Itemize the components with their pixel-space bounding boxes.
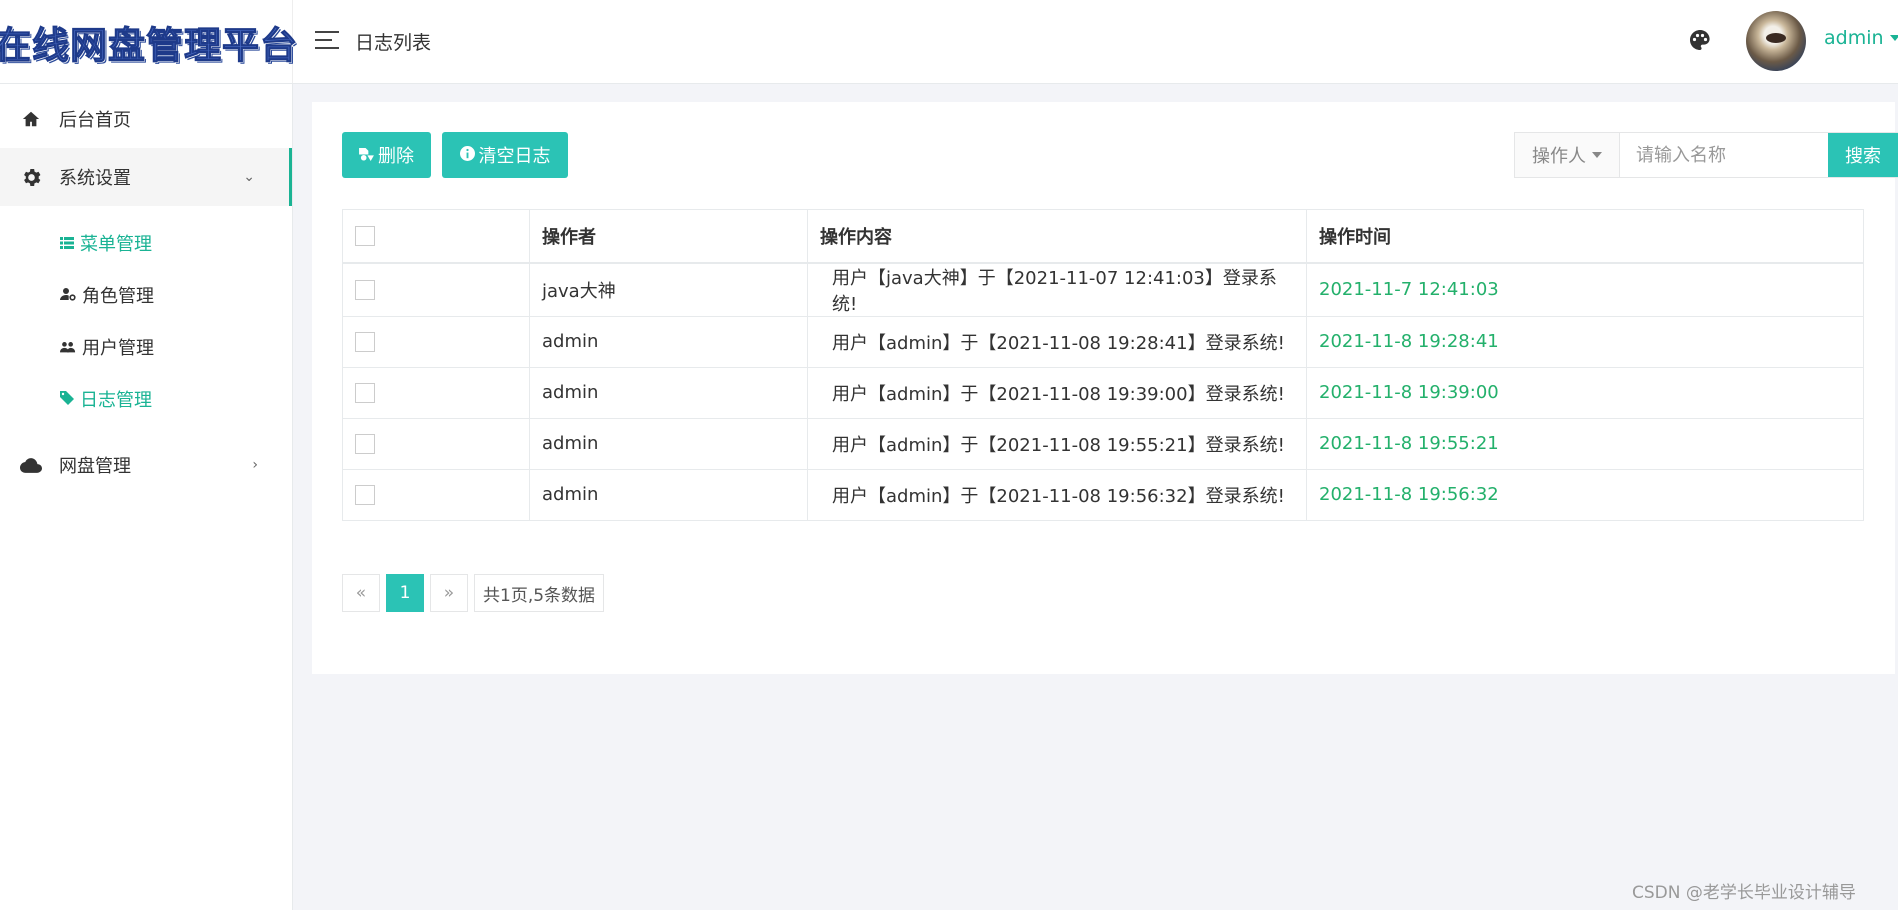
page-title: 日志列表: [355, 32, 432, 54]
logo: 在线网盘管理平台: [0, 0, 298, 83]
time-cell: 2021-11-8 19:39:00: [1306, 366, 1864, 419]
column-header-time: 操作时间: [1306, 209, 1864, 264]
delete-button-label: 删除: [378, 146, 414, 167]
top-header: 在线网盘管理平台 日志列表 admin: [0, 0, 1898, 84]
table-header-row: 操作者 操作内容 操作时间: [342, 209, 1864, 264]
cloud-icon: [20, 454, 42, 476]
search-button[interactable]: 搜索: [1828, 133, 1898, 177]
content-cell: 用户【admin】于【2021-11-08 19:39:00】登录系统!: [807, 366, 1307, 419]
checkbox-cell: [342, 262, 530, 317]
operator-cell: admin: [529, 468, 808, 521]
search-input[interactable]: [1620, 133, 1828, 177]
content-cell: 用户【admin】于【2021-11-08 19:55:21】登录系统!: [807, 417, 1307, 470]
select-all-cell: [342, 209, 530, 264]
list-icon: [60, 233, 74, 254]
content-cell: 用户【java大神】于【2021-11-07 12:41:03】登录系统!: [807, 262, 1307, 317]
user-gear-icon: [60, 285, 76, 306]
pagination: « 1 » 共1页,5条数据: [342, 574, 605, 612]
sidebar-subitem-roles[interactable]: 角色管理: [60, 280, 154, 310]
table-row: admin 用户【admin】于【2021-11-08 19:28:41】登录系…: [342, 315, 1864, 368]
page-button-current[interactable]: 1: [386, 574, 424, 612]
checkbox-cell: [342, 468, 530, 521]
log-table: 操作者 操作内容 操作时间 java大神 用户【java大神】于【2021-11…: [342, 209, 1864, 521]
table-row: java大神 用户【java大神】于【2021-11-07 12:41:03】登…: [342, 262, 1864, 317]
content-cell: 用户【admin】于【2021-11-08 19:56:32】登录系统!: [807, 468, 1307, 521]
sidebar-subitem-menu[interactable]: 菜单管理: [60, 228, 152, 258]
sidebar-item-settings[interactable]: 系统设置 ⌄: [0, 148, 292, 206]
sidebar-subitem-label: 角色管理: [82, 286, 154, 307]
checkbox-cell: [342, 417, 530, 470]
sidebar-subitem-label: 日志管理: [80, 390, 152, 411]
home-icon: [20, 108, 42, 130]
row-checkbox[interactable]: [355, 485, 375, 505]
sidebar-subitem-users[interactable]: 用户管理: [60, 332, 154, 362]
checkbox-cell: [342, 315, 530, 368]
sidebar-subitem-label: 菜单管理: [80, 234, 152, 255]
sidebar-item-label: 系统设置: [59, 168, 131, 189]
delete-icon: [359, 145, 374, 166]
pagination-summary: 共1页,5条数据: [474, 574, 605, 612]
avatar[interactable]: [1746, 11, 1806, 71]
operator-cell: admin: [529, 417, 808, 470]
row-checkbox[interactable]: [355, 383, 375, 403]
search-field-label: 操作人: [1532, 146, 1586, 167]
search-field-select[interactable]: 操作人: [1515, 133, 1620, 177]
operator-cell: admin: [529, 315, 808, 368]
log-panel: 删除 清空日志 操作人 搜索 操作者 操作内容 操作时间: [312, 102, 1898, 674]
row-checkbox[interactable]: [355, 280, 375, 300]
content-cell: 用户【admin】于【2021-11-08 19:28:41】登录系统!: [807, 315, 1307, 368]
gear-icon: [20, 166, 42, 188]
next-page-button[interactable]: »: [430, 574, 468, 612]
caret-down-icon: [1889, 35, 1898, 41]
users-icon: [60, 337, 76, 358]
table-row: admin 用户【admin】于【2021-11-08 19:56:32】登录系…: [342, 468, 1864, 521]
user-name: admin: [1824, 27, 1884, 49]
prev-page-button[interactable]: «: [342, 574, 380, 612]
operator-cell: admin: [529, 366, 808, 419]
operator-cell: java大神: [529, 262, 808, 317]
time-cell: 2021-11-8 19:28:41: [1306, 315, 1864, 368]
table-row: admin 用户【admin】于【2021-11-08 19:55:21】登录系…: [342, 417, 1864, 470]
sidebar-subitem-logs[interactable]: 日志管理: [60, 384, 152, 414]
row-checkbox[interactable]: [355, 332, 375, 352]
menu-toggle-icon[interactable]: [315, 31, 339, 51]
column-header-content: 操作内容: [807, 209, 1307, 264]
caret-down-icon: [1592, 152, 1602, 158]
sidebar: 后台首页 系统设置 ⌄ 菜单管理 角色管理 用户管理 日志管理 网盘管理 ›: [0, 84, 293, 910]
delete-button[interactable]: 删除: [342, 132, 431, 178]
time-cell: 2021-11-8 19:55:21: [1306, 417, 1864, 470]
watermark: CSDN @老学长毕业设计辅导: [1632, 883, 1856, 903]
tag-icon: [60, 389, 74, 410]
user-menu[interactable]: admin: [1824, 27, 1898, 49]
column-header-operator: 操作者: [529, 209, 808, 264]
select-all-checkbox[interactable]: [355, 226, 375, 247]
checkbox-cell: [342, 366, 530, 419]
sidebar-subitem-label: 用户管理: [82, 338, 154, 359]
sidebar-item-netdisk[interactable]: 网盘管理 ›: [0, 436, 292, 494]
search-group: 操作人 搜索: [1514, 132, 1898, 178]
time-cell: 2021-11-8 19:56:32: [1306, 468, 1864, 521]
sidebar-item-label: 网盘管理: [59, 456, 131, 477]
chevron-down-icon: ⌄: [243, 169, 255, 185]
logo-text: 在线网盘管理平台: [0, 23, 298, 67]
clear-logs-button[interactable]: 清空日志: [442, 132, 568, 178]
time-cell: 2021-11-7 12:41:03: [1306, 262, 1864, 317]
table-row: admin 用户【admin】于【2021-11-08 19:39:00】登录系…: [342, 366, 1864, 419]
sidebar-item-label: 后台首页: [59, 110, 131, 131]
chevron-right-icon: ›: [252, 457, 258, 473]
sidebar-item-home[interactable]: 后台首页: [0, 90, 292, 148]
row-checkbox[interactable]: [355, 434, 375, 454]
clear-logs-label: 清空日志: [478, 146, 551, 167]
info-circle-icon: [459, 145, 475, 166]
palette-icon[interactable]: [1688, 28, 1712, 52]
